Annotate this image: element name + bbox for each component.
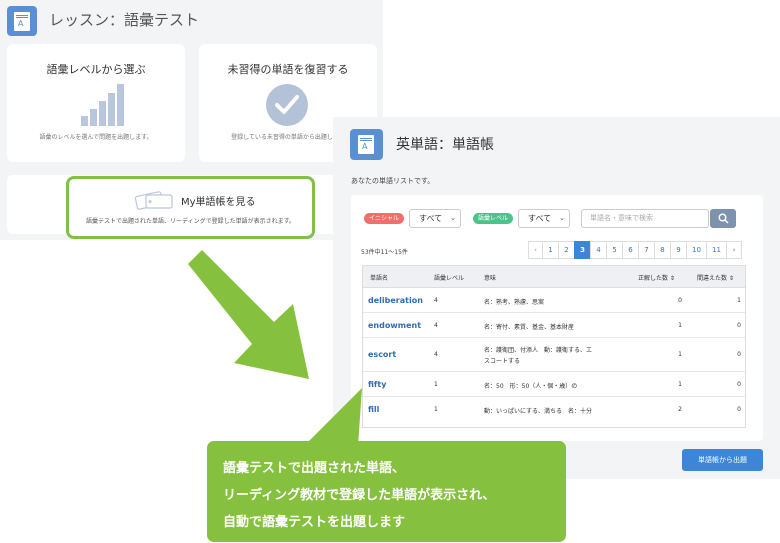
word-meaning: 名：50 形：50（人・個・歳）の [484,383,578,390]
page-link[interactable]: 4 [590,241,607,259]
word-link[interactable]: fill [368,405,379,414]
table-row[interactable]: fill 1 動：いっぱいにする、満ちる 名：十分 2 0 [363,397,745,422]
quiz-from-wordbook-button[interactable]: 単語帳から出題 [682,449,763,471]
result-count: 53件中11〜15件 [361,249,408,256]
callout-line: リーディング教材で登録した単語が表示され、 [223,488,496,503]
page-link[interactable]: 7 [638,241,655,259]
review-title: 未習得の単語を復習する [227,63,349,76]
word-meaning: 動：いっぱいにする、満ちる 名：十分 [484,408,593,415]
vocab-subtitle: あなたの単語リストです。 [351,177,435,185]
lesson-title: レッスン：語彙テスト [49,11,200,29]
callout-pointer [304,388,362,446]
page-link[interactable]: 1 [542,241,559,259]
table-row[interactable]: endowment 4 名：寄付、素質、基金、基本財産 1 0 [363,313,745,338]
level-select-card[interactable]: 語彙レベルから選ぶ 語彙のレベルを選んで問題を出題します。 [7,44,185,162]
col-wrong-sortable[interactable]: 間違えた数 ⇕ [697,273,734,282]
col-meaning: 意味 [484,275,497,282]
wrong-count: 1 [737,297,741,304]
word-list-card: イニシャル すべて ⌄ 語彙レベル すべて ⌄ 単語名・意味で検索 53件中11… [351,195,763,441]
word-level: 4 [434,297,438,304]
col-correct-sortable[interactable]: 正解した数 ⇕ [638,273,675,282]
initial-select[interactable]: すべて ⌄ [409,209,461,228]
word-meaning-cont: スコートする [484,358,521,365]
tag-icon [134,191,173,210]
table-row[interactable]: escort 4 名：護衛団、付添人 動：護衛する、エ スコートする 1 0 [363,338,745,372]
book-icon: A [7,6,37,36]
wrong-count: 0 [737,406,741,413]
page-link[interactable]: 11 [706,241,727,259]
wrong-count: 0 [737,381,741,388]
search-button[interactable] [710,209,736,228]
word-link[interactable]: escort [368,350,396,359]
col-level: 語彙レベル [434,275,465,282]
word-link[interactable]: fifty [368,380,386,389]
word-meaning: 名：護衛団、付添人 動：護衛する、エ [484,347,593,354]
level-select-title: 語彙レベルから選ぶ [46,63,146,76]
page-link[interactable]: 5 [606,241,623,259]
word-level: 1 [434,406,438,413]
chevron-down-icon: ⌄ [559,214,565,222]
wrong-count: 0 [737,351,741,358]
vocab-title: 英単語：単語帳 [396,137,494,153]
initial-filter-label: イニシャル [364,213,405,224]
callout-line: 語彙テストで出題された単語、 [223,461,406,476]
correct-count: 0 [678,297,682,304]
mybook-title: My単語帳を見る [181,197,256,208]
search-icon [718,213,729,224]
level-select[interactable]: すべて ⌄ [518,209,570,228]
word-level: 1 [434,381,438,388]
page-link[interactable]: 8 [654,241,671,259]
word-link[interactable]: deliberation [368,296,423,305]
word-link[interactable]: endowment [368,321,421,330]
correct-count: 1 [678,322,682,329]
level-select-desc: 語彙のレベルを選んで問題を出題します。 [39,134,153,141]
page-link[interactable]: 2 [558,241,575,259]
table-row[interactable]: deliberation 4 名：熟考、熟慮、思案 0 1 [363,288,745,313]
down-right-arrow-icon [188,250,309,379]
level-filter-label: 語彙レベル [473,213,514,224]
search-input[interactable]: 単語名・意味で検索 [581,209,709,228]
checkmark-icon [266,84,308,126]
vocab-panel: A 英単語：単語帳 あなたの単語リストです。 イニシャル すべて ⌄ 語彙レベル… [333,117,780,479]
word-meaning: 名：熟考、熟慮、思案 [484,299,545,306]
bar-chart-icon [81,84,125,126]
book-icon: A [350,129,383,160]
page-next[interactable]: › [726,241,742,259]
correct-count: 1 [678,351,682,358]
word-level: 4 [434,351,438,358]
callout-line: 自動で語彙テストを出題します [223,515,406,530]
mybook-card[interactable]: My単語帳を見る 語彙テストで出題された単語、リーディングで登録した単語が表示さ… [66,176,315,239]
word-table: 単語名 語彙レベル 意味 正解した数 ⇕ 間違えた数 ⇕ deliberatio… [362,265,746,428]
wrong-count: 0 [737,322,741,329]
col-word: 単語名 [370,275,389,282]
word-meaning: 名：寄付、素質、基金、基本財産 [484,324,575,331]
mybook-desc: 語彙テストで出題された単語、リーディングで登録した単語が表示されます。 [86,218,295,225]
correct-count: 2 [678,406,682,413]
correct-count: 1 [678,381,682,388]
word-level: 4 [434,322,438,329]
chevron-down-icon: ⌄ [450,214,456,222]
table-header: 単語名 語彙レベル 意味 正解した数 ⇕ 間違えた数 ⇕ [363,266,745,288]
page-link[interactable]: 6 [622,241,639,259]
page-link[interactable]: 10 [686,241,707,259]
page-link-current[interactable]: 3 [574,241,591,259]
callout-bubble: 語彙テストで出題された単語、 リーディング教材で登録した単語が表示され、 自動で… [207,441,566,542]
pagination: ‹ 1 2 3 4 5 6 7 8 9 10 11 › [528,241,742,259]
page-prev[interactable]: ‹ [528,241,543,259]
page-link[interactable]: 9 [670,241,687,259]
table-row[interactable]: fifty 1 名：50 形：50（人・個・歳）の 1 0 [363,372,745,397]
